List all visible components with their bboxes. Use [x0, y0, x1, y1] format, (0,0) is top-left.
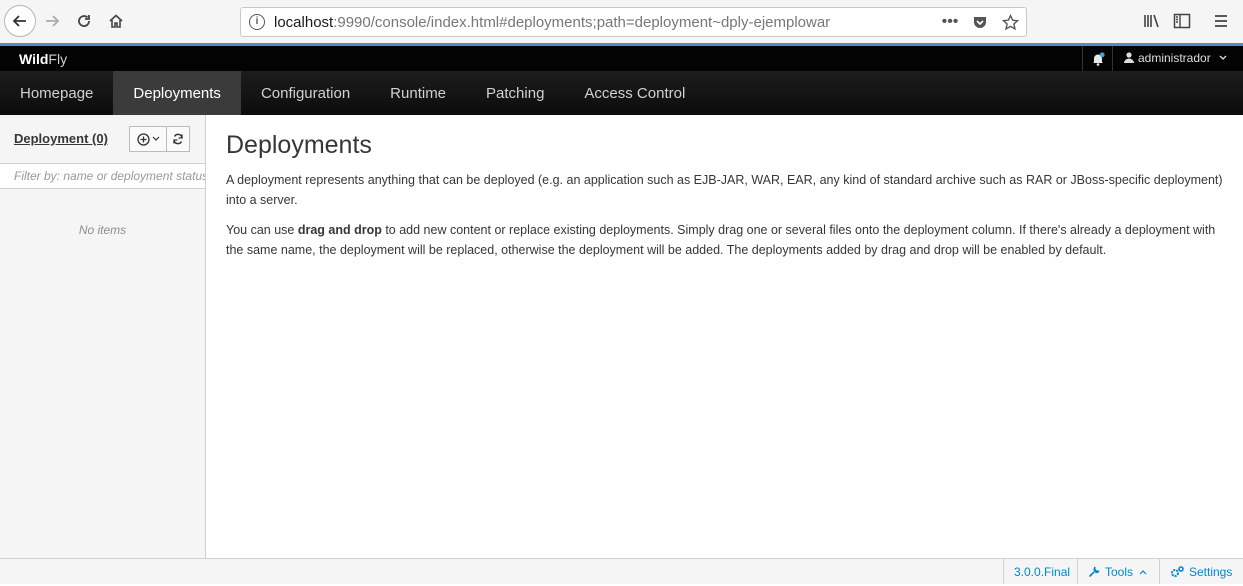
notifications-button[interactable] [1082, 46, 1113, 71]
footer: 3.0.0.Final Tools Settings [0, 558, 1243, 584]
filter-input[interactable] [0, 164, 205, 188]
wrench-icon [1088, 566, 1100, 577]
nav-runtime[interactable]: Runtime [370, 71, 466, 115]
refresh-icon [173, 133, 183, 145]
home-button[interactable] [102, 7, 130, 35]
nav-configuration[interactable]: Configuration [241, 71, 370, 115]
more-icon[interactable]: ••• [940, 12, 960, 32]
drag-drop-paragraph: You can use drag and drop to add new con… [226, 223, 1216, 257]
library-icon[interactable] [1141, 10, 1163, 32]
reload-button[interactable] [70, 7, 98, 35]
bookmark-star-icon[interactable] [1000, 12, 1020, 32]
forward-button[interactable] [38, 7, 66, 35]
chevron-down-icon [152, 136, 159, 141]
arrow-left-icon [12, 15, 26, 27]
main-nav: Homepage Deployments Configuration Runti… [0, 71, 1243, 115]
column-title[interactable]: Deployment (0) [14, 131, 108, 146]
bell-icon [1092, 51, 1105, 66]
page-title: Deployments [226, 131, 372, 159]
url-text[interactable]: localhost:9990/console/index.html#deploy… [274, 14, 830, 31]
nav-deployments[interactable]: Deployments [113, 71, 241, 115]
user-menu[interactable]: administrador [1124, 51, 1227, 65]
plus-circle-icon [136, 132, 150, 146]
pocket-icon[interactable] [970, 12, 990, 32]
browser-toolbar: i localhost:9990/console/index.html#depl… [0, 0, 1243, 44]
user-icon [1124, 52, 1134, 63]
description-paragraph: A deployment represents anything that ca… [226, 173, 1223, 207]
chevron-down-icon [1219, 55, 1227, 60]
version-link[interactable]: 3.0.0.Final [1003, 559, 1080, 584]
filter-field [0, 163, 205, 189]
tools-menu[interactable]: Tools [1077, 559, 1157, 584]
deployment-column: Deployment (0) No items [0, 115, 206, 558]
url-bar[interactable]: i localhost:9990/console/index.html#depl… [240, 7, 1027, 37]
empty-message: No items [78, 223, 127, 237]
info-icon[interactable]: i [249, 14, 265, 30]
gears-icon [1171, 565, 1184, 577]
add-deployment-button[interactable] [129, 126, 167, 152]
reload-icon [78, 15, 90, 27]
arrow-right-icon [46, 15, 60, 27]
menu-icon[interactable] [1210, 10, 1232, 32]
settings-link[interactable]: Settings [1159, 559, 1242, 584]
refresh-button[interactable] [167, 126, 190, 152]
nav-homepage[interactable]: Homepage [0, 71, 113, 115]
chevron-up-icon [1139, 569, 1147, 574]
sidebar-toggle-icon[interactable] [1171, 10, 1193, 32]
nav-access-control[interactable]: Access Control [564, 71, 705, 115]
home-icon [109, 14, 123, 28]
brand-logo[interactable]: WildFly [19, 51, 67, 67]
app-header: WildFly administrador [0, 46, 1243, 71]
nav-patching[interactable]: Patching [466, 71, 564, 115]
preview-panel: Deployments A deployment represents anyt… [226, 131, 1226, 270]
back-button[interactable] [4, 5, 36, 37]
